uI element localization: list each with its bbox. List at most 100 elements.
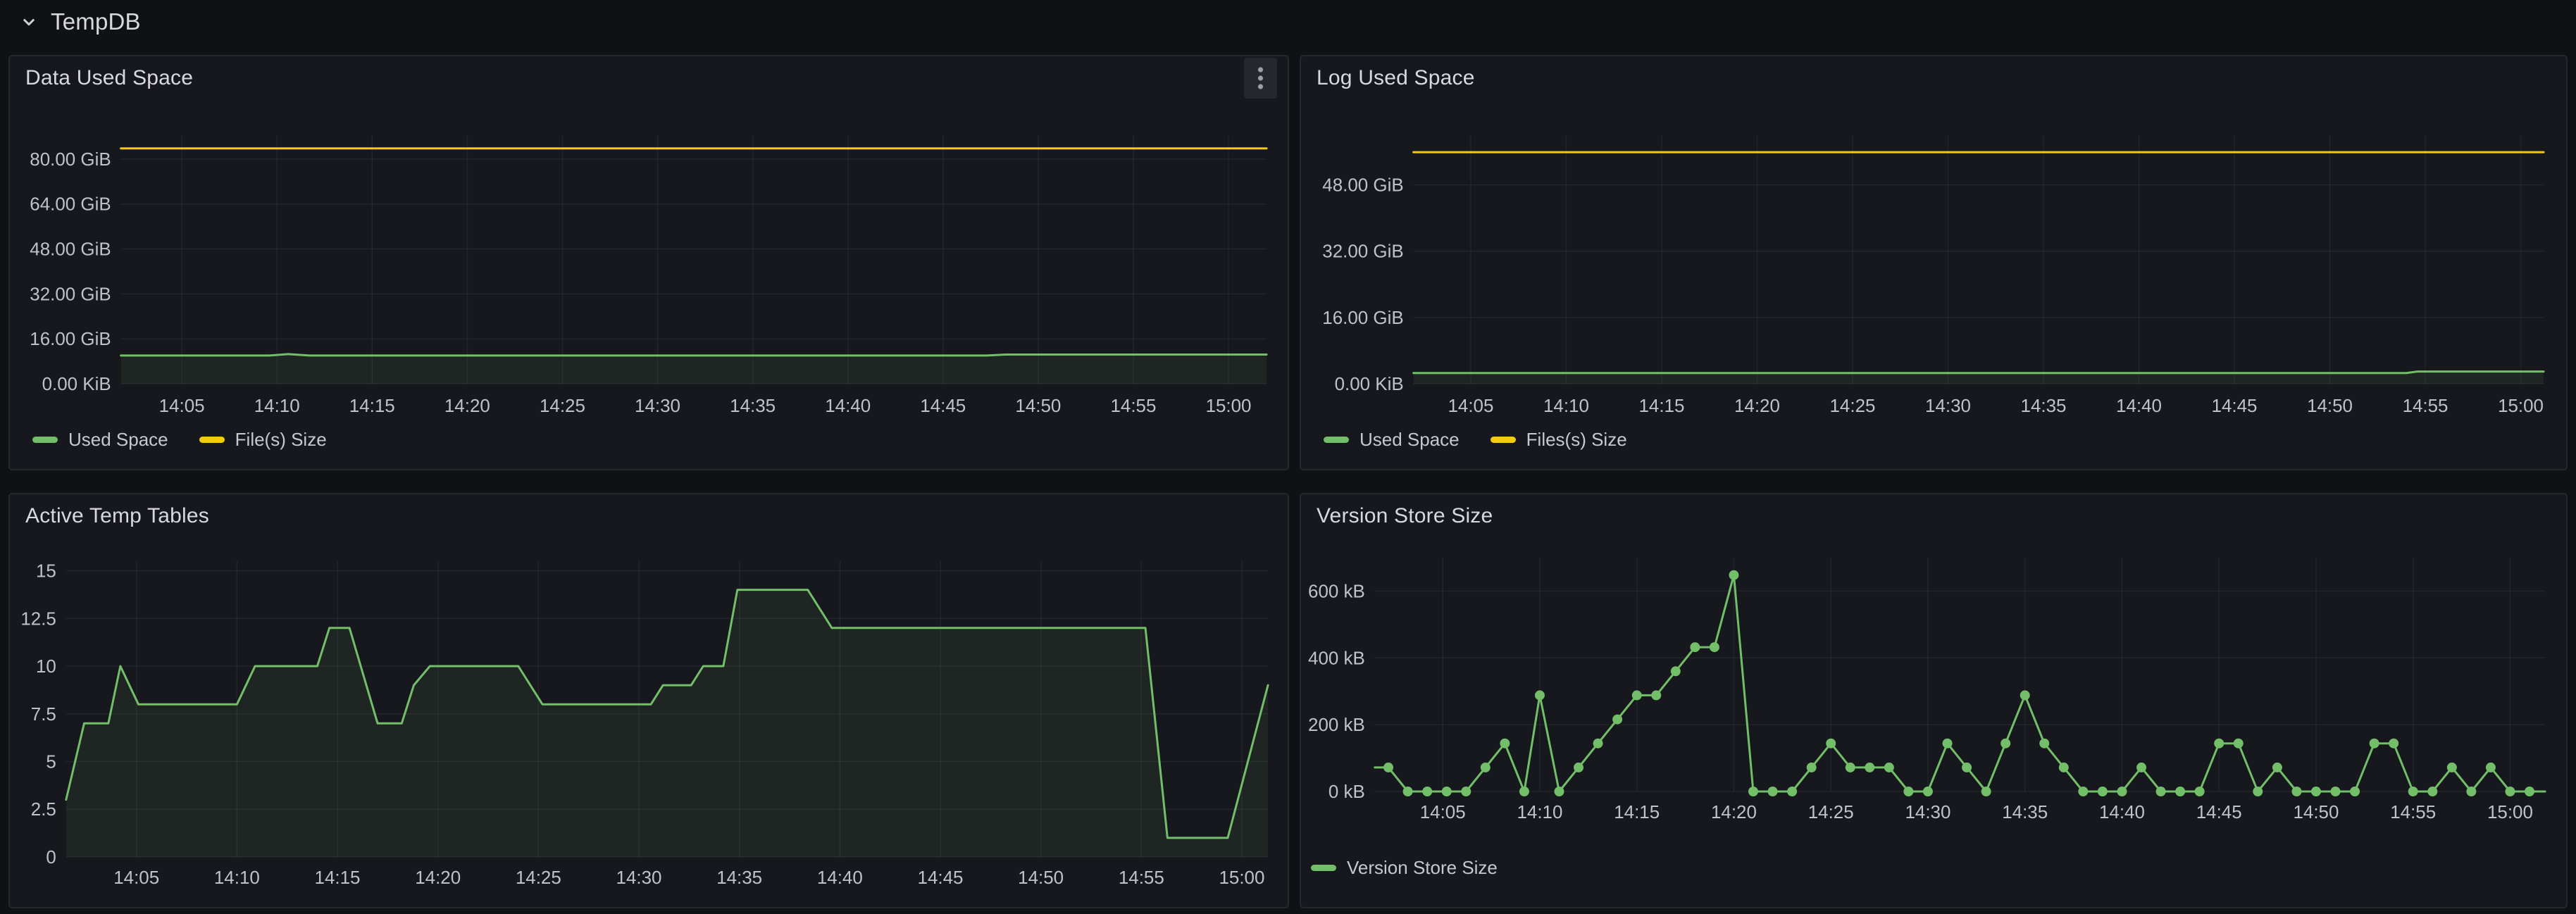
x-tick-label: 14:30 [635,395,680,416]
legend-chip [199,437,225,443]
data-point-marker [2156,787,2166,796]
chart-data-used-space[interactable]: 14:0514:1014:1514:2014:2514:3014:3514:40… [10,92,1288,472]
data-point-marker [2272,763,2282,772]
data-point-marker [2175,787,2185,796]
data-point-marker [1962,763,1972,772]
legend-label: File(s) Size [235,429,327,451]
data-point-marker [2486,763,2496,772]
data-point-marker [2039,739,2049,749]
data-point-marker [1981,787,1991,796]
panel-title: Active Temp Tables [25,504,209,528]
x-tick-label: 14:10 [214,867,260,888]
legend-item[interactable]: Version Store Size [1311,857,1498,879]
data-point-marker [1710,642,1719,652]
x-tick-label: 14:15 [1639,395,1685,416]
series-area [66,590,1268,857]
row-header-tempdb[interactable]: TempDB [18,8,141,35]
data-point-marker [2195,787,2205,796]
panel-version-store-size: Version Store Size 14:0514:1014:1514:201… [1300,493,2568,908]
y-tick-label: 64.00 GiB [30,194,111,215]
data-point-marker [2078,787,2088,796]
panel-title: Version Store Size [1317,504,1493,528]
legend-chip [1324,437,1349,443]
y-tick-label: 16.00 GiB [30,328,111,349]
legend-label: Version Store Size [1347,857,1498,879]
data-point-marker [2370,739,2379,749]
chart-log-used-space[interactable]: 14:0514:1014:1514:2014:2514:3014:3514:40… [1301,92,2566,472]
data-point-marker [2447,763,2457,772]
data-point-marker [1422,787,1432,796]
series-area [121,354,1267,384]
data-point-marker [1884,763,1894,772]
x-tick-label: 14:40 [2116,395,2162,416]
x-tick-label: 14:15 [1614,801,1660,822]
y-tick-label: 0.00 KiB [1335,373,1404,394]
series-line [1414,372,2544,373]
chart-version-store-size[interactable]: 14:0514:1014:1514:2014:2514:3014:3514:40… [1301,530,2566,910]
x-tick-label: 14:50 [2307,395,2353,416]
data-point-marker [1923,787,1933,796]
legend-item[interactable]: File(s) Size [199,429,327,451]
x-tick-label: 14:40 [825,395,871,416]
panel-log-used-space: Log Used Space 14:0514:1014:1514:2014:25… [1300,55,2568,470]
x-tick-label: 14:55 [1110,395,1156,416]
data-point-marker [1500,739,1510,749]
data-point-marker [2098,787,2108,796]
legend-chip [32,437,58,443]
x-tick-label: 14:35 [730,395,776,416]
data-point-marker [2350,787,2360,796]
legend-label: Used Space [68,429,168,451]
data-point-marker [1729,570,1738,580]
data-point-marker [1903,787,1913,796]
data-point-marker [1768,787,1778,796]
data-point-marker [2020,690,2030,700]
y-tick-label: 80.00 GiB [30,149,111,170]
panel-active-temp-tables: Active Temp Tables 14:0514:1014:1514:201… [8,493,1289,908]
data-point-marker [1787,787,1797,796]
x-tick-label: 14:25 [516,867,561,888]
data-point-marker [1519,787,1529,796]
legend-item[interactable]: Files(s) Size [1491,429,1627,451]
y-tick-label: 48.00 GiB [1322,175,1403,196]
x-tick-label: 15:00 [1219,867,1265,888]
data-point-marker [2408,787,2418,796]
y-tick-label: 12.5 [20,608,56,629]
chart-active-temp-tables[interactable]: 14:0514:1014:1514:2014:2514:3014:3514:40… [10,530,1288,910]
y-tick-label: 48.00 GiB [30,239,111,260]
y-tick-label: 10 [36,656,56,677]
x-tick-label: 14:10 [254,395,300,416]
legend-chip [1491,437,1516,443]
data-point-marker [1690,642,1700,652]
y-tick-label: 5 [46,751,56,772]
x-tick-label: 14:25 [1808,801,1854,822]
y-tick-label: 200 kB [1308,714,1365,735]
legend-item[interactable]: Used Space [32,429,168,451]
data-point-marker [2331,787,2341,796]
series-line [1375,575,2545,791]
x-tick-label: 14:45 [2196,801,2242,822]
x-tick-label: 14:55 [1119,867,1164,888]
series-line [121,354,1267,356]
x-tick-label: 14:50 [1015,395,1061,416]
data-point-marker [1554,787,1564,796]
x-tick-label: 14:15 [315,867,361,888]
data-point-marker [1826,739,1836,749]
x-tick-label: 14:50 [2294,801,2339,822]
chevron-down-icon [18,11,39,32]
x-tick-label: 14:05 [1420,801,1466,822]
data-point-marker [2311,787,2321,796]
data-point-marker [1651,690,1661,700]
x-tick-label: 14:05 [1448,395,1493,416]
data-point-marker [1403,787,1413,796]
x-tick-label: 14:35 [716,867,762,888]
x-tick-label: 14:30 [1925,395,1971,416]
legend-item[interactable]: Used Space [1324,429,1460,451]
data-point-marker [1865,763,1874,772]
y-tick-label: 0 kB [1329,781,1365,802]
data-point-marker [2117,787,2127,796]
x-tick-label: 14:25 [1830,395,1876,416]
x-tick-label: 14:05 [113,867,159,888]
y-tick-label: 16.00 GiB [1322,307,1403,328]
data-point-marker [1748,787,1758,796]
data-point-marker [1535,690,1545,700]
